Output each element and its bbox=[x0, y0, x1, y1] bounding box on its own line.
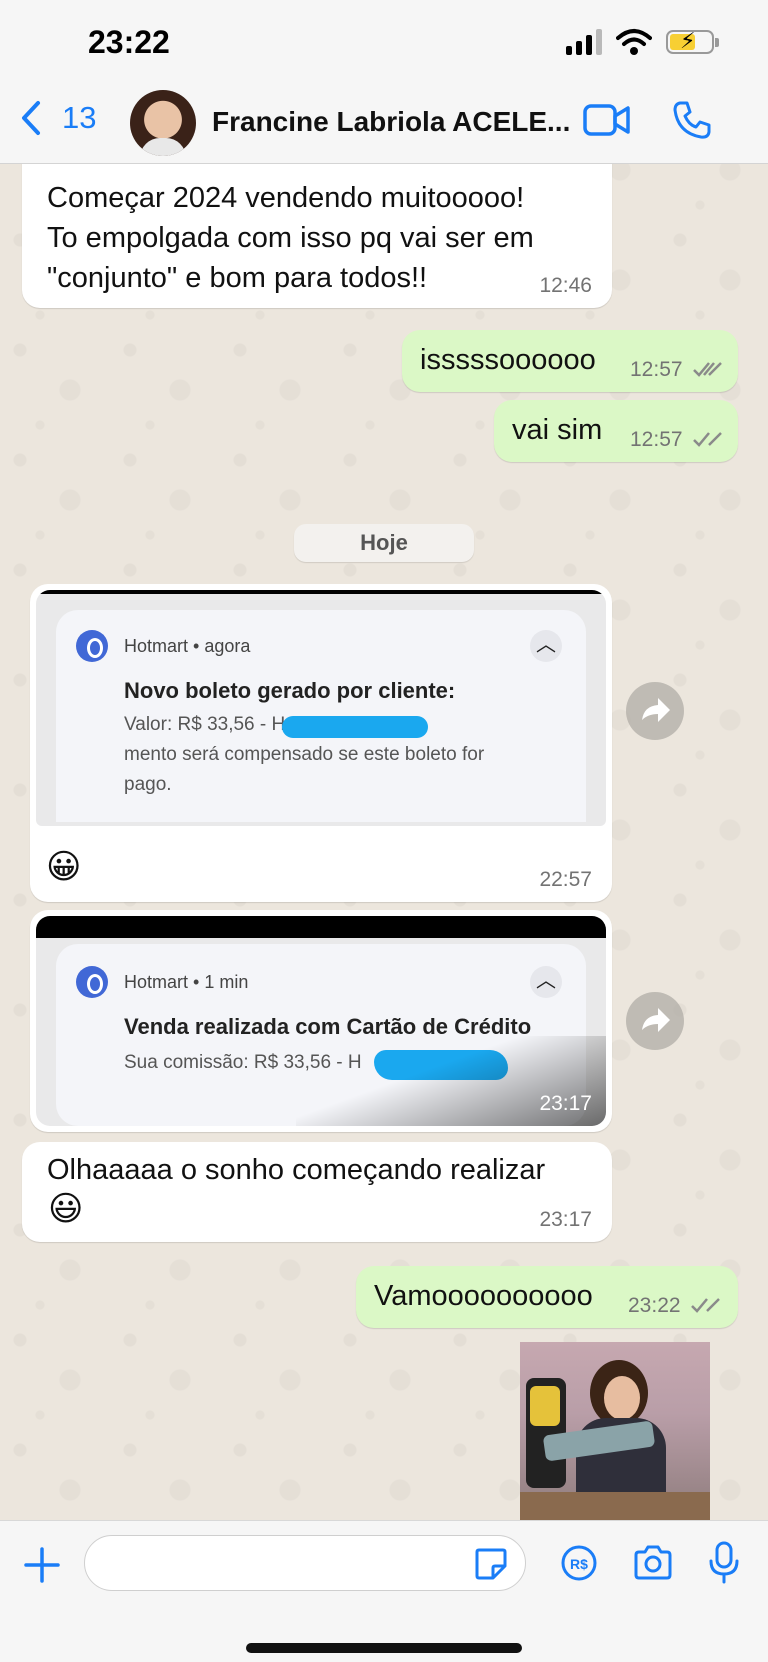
message-outgoing[interactable]: vai sim 12:57 bbox=[494, 400, 738, 462]
home-indicator bbox=[246, 1643, 522, 1653]
message-outgoing[interactable]: isssssoooooo 12:57 bbox=[402, 330, 738, 392]
message-text: Vamoooooooooo bbox=[374, 1280, 593, 1312]
camera-icon[interactable] bbox=[632, 1545, 674, 1581]
redaction-mark bbox=[282, 716, 428, 738]
payment-icon[interactable]: R$ bbox=[560, 1543, 598, 1583]
status-icons: ⚡ bbox=[566, 28, 719, 56]
message-text: Olhaaaaa o sonho começando realizar bbox=[47, 1154, 546, 1186]
message-time: 22:57 bbox=[539, 868, 592, 891]
microphone-icon[interactable] bbox=[708, 1541, 740, 1585]
message-text: vai sim bbox=[512, 414, 603, 446]
notification-app: Hotmart • 1 min bbox=[124, 972, 249, 992]
battery-icon: ⚡ bbox=[666, 28, 719, 54]
sent-image-thumbnail[interactable] bbox=[520, 1342, 710, 1520]
message-time: 23:17 bbox=[539, 1208, 592, 1231]
chat-header: 23:22 ⚡ 13 Francine Labriola ACELE... bbox=[0, 0, 768, 164]
svg-text:R$: R$ bbox=[570, 1556, 588, 1572]
signal-icon bbox=[566, 29, 602, 55]
date-separator: Hoje bbox=[294, 524, 474, 562]
contact-name[interactable]: Francine Labriola ACELE... bbox=[212, 106, 572, 138]
message-outgoing[interactable]: Vamoooooooooo 23:22 bbox=[356, 1266, 738, 1328]
phone-icon[interactable] bbox=[672, 100, 712, 140]
grinning-emoji: 😀 bbox=[46, 848, 82, 886]
message-input-bar: R$ bbox=[0, 1520, 768, 1662]
read-receipt-icon bbox=[693, 432, 722, 447]
message-input[interactable] bbox=[84, 1535, 526, 1591]
hotmart-icon bbox=[76, 630, 108, 662]
message-time: 12:57 bbox=[630, 358, 683, 381]
avatar[interactable] bbox=[130, 90, 196, 156]
forward-icon bbox=[642, 698, 670, 722]
forward-button[interactable] bbox=[626, 682, 684, 740]
notification-card: Hotmart • agora ︿ Novo boleto gerado por… bbox=[56, 610, 586, 822]
message-incoming[interactable]: Olhaaaaa o sonho começando realizar 😃 23… bbox=[22, 1142, 612, 1242]
message-incoming-image[interactable]: Hotmart • agora ︿ Novo boleto gerado por… bbox=[30, 584, 612, 902]
smiley-emoji: 😃 bbox=[48, 1190, 84, 1228]
notification-screenshot[interactable]: Hotmart • 1 min ︿ Venda realizada com Ca… bbox=[36, 916, 606, 1126]
notification-title: Novo boleto gerado por cliente: bbox=[124, 678, 456, 703]
back-button[interactable]: 13 bbox=[20, 100, 96, 136]
chevron-up-icon: ︿ bbox=[530, 630, 562, 662]
message-incoming-image[interactable]: Hotmart • 1 min ︿ Venda realizada com Ca… bbox=[30, 910, 612, 1132]
notification-screenshot[interactable]: Hotmart • agora ︿ Novo boleto gerado por… bbox=[36, 590, 606, 826]
forward-button[interactable] bbox=[626, 992, 684, 1050]
chevron-left-icon bbox=[22, 101, 40, 135]
video-call-icon[interactable] bbox=[583, 102, 631, 138]
forward-icon bbox=[642, 1008, 670, 1032]
message-text: Começar 2024 vendendo muitooooo! To empo… bbox=[47, 182, 534, 294]
read-receipt-icon bbox=[691, 1298, 720, 1313]
wifi-icon bbox=[616, 29, 652, 55]
message-time: 12:57 bbox=[630, 428, 683, 451]
unread-count: 13 bbox=[62, 100, 97, 135]
message-time: 23:17 bbox=[539, 1092, 592, 1115]
hotmart-icon bbox=[76, 966, 108, 998]
read-receipt-icon bbox=[693, 362, 722, 377]
message-text: isssssoooooo bbox=[420, 344, 596, 376]
chevron-up-icon: ︿ bbox=[530, 966, 562, 998]
notification-app: Hotmart • agora bbox=[124, 636, 251, 656]
status-time: 23:22 bbox=[88, 24, 170, 60]
message-time: 23:22 bbox=[628, 1294, 681, 1317]
plus-icon[interactable] bbox=[22, 1545, 62, 1585]
sticker-icon[interactable] bbox=[473, 1546, 509, 1582]
message-time: 12:46 bbox=[539, 274, 592, 297]
